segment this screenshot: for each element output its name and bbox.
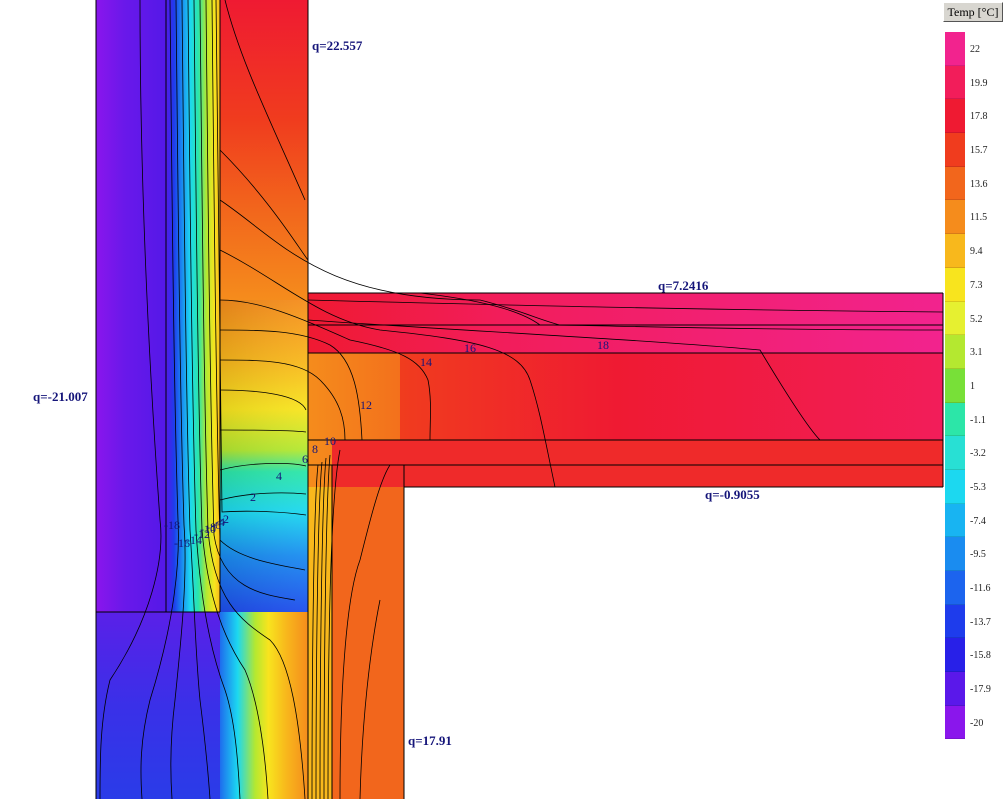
isotherm-label: 12	[360, 398, 372, 412]
legend-label: 17.8	[970, 111, 988, 123]
legend-swatch	[945, 301, 965, 336]
slab-mid-layer	[400, 353, 943, 440]
isotherm-label: 6	[302, 452, 308, 466]
interior-upper	[308, 0, 943, 293]
legend-label: 11.5	[970, 212, 988, 224]
legend-swatch	[945, 638, 965, 673]
legend-swatch	[945, 402, 965, 437]
slab-lower-layer	[332, 440, 943, 487]
legend-swatch	[945, 65, 965, 100]
legend-label: 7.3	[970, 279, 983, 291]
legend-swatch	[945, 604, 965, 639]
legend-entry: -1.1	[945, 402, 1005, 437]
legend-entry: -17.9	[945, 672, 1005, 706]
legend-swatch	[945, 537, 965, 571]
legend-swatch	[945, 133, 965, 167]
legend-swatch	[945, 469, 965, 504]
legend-entry: 17.8	[945, 99, 1005, 134]
legend-entry: 9.4	[945, 234, 1005, 268]
isotherm-label: 16	[464, 341, 476, 355]
flux-label-balcony-bottom: q=-0.9055	[705, 487, 760, 502]
isotherm-label: 4	[276, 469, 282, 483]
legend-swatch	[945, 335, 965, 369]
legend-swatch	[945, 705, 965, 740]
isotherm-label: 8	[312, 442, 318, 456]
isotherm-label: 2	[250, 490, 256, 504]
flux-label-left: q=-21.007	[33, 389, 88, 404]
outer-layer-upper	[96, 0, 166, 612]
legend-label: 5.2	[970, 313, 983, 325]
legend-entry: 22	[945, 32, 1005, 66]
legend-swatch	[945, 672, 965, 706]
isotherm-label: -2	[219, 512, 229, 526]
legend-swatch	[945, 166, 965, 201]
legend-entry: -7.4	[945, 503, 1005, 538]
flux-label-bottom: q=17.91	[408, 733, 452, 748]
legend-label: -5.3	[970, 481, 986, 493]
thermal-field	[95, 0, 944, 799]
legend-entry: 7.3	[945, 267, 1005, 302]
legend-entry: -5.3	[945, 469, 1005, 504]
legend-entry: -9.5	[945, 537, 1005, 571]
isotherm-label: 10	[324, 434, 336, 448]
legend-swatch	[945, 503, 965, 538]
legend-label: 22	[970, 44, 980, 55]
legend-entry: -11.6	[945, 571, 1005, 605]
legend-label: -1.1	[970, 414, 986, 426]
legend-label: -15.8	[970, 650, 991, 662]
legend-swatch	[945, 571, 965, 605]
legend-label: 15.7	[970, 145, 988, 157]
legend-label: -11.6	[970, 583, 991, 594]
legend-label: -17.9	[970, 684, 991, 696]
legend-entry: 13.6	[945, 166, 1005, 201]
interior-lower	[404, 487, 943, 799]
legend-swatch	[945, 234, 965, 268]
legend-swatch	[945, 267, 965, 302]
legend-label: -20	[970, 717, 984, 729]
legend-swatch	[945, 436, 965, 470]
legend-swatch	[945, 368, 965, 403]
legend-swatch	[945, 200, 965, 235]
legend-entry: 3.1	[945, 335, 1005, 369]
legend-entry: -3.2	[945, 436, 1005, 470]
junction-core-shade	[220, 300, 308, 612]
legend-label: -13.7	[970, 616, 991, 628]
temperature-legend: 22 19.9 17.8 15.7 13.6 11.5 9.4 7.3 5.2 3.1 1 -1.1 -…	[945, 32, 1005, 740]
legend-label: -3.2	[970, 448, 986, 460]
isotherm-label: 18	[597, 338, 609, 352]
flux-label-balcony-top: q=7.2416	[658, 278, 709, 293]
legend-label: 1	[970, 380, 975, 392]
legend-entry: -13.7	[945, 604, 1005, 639]
legend-entry: 15.7	[945, 133, 1005, 167]
legend-entry: 19.9	[945, 65, 1005, 100]
legend-entry: 11.5	[945, 200, 1005, 235]
legend-label: 3.1	[970, 347, 983, 359]
temperature-legend-button[interactable]: Temp [°C]	[943, 2, 1003, 22]
slab-top-layer	[308, 293, 943, 353]
legend-label: 13.6	[970, 178, 988, 190]
lower-plaster	[332, 465, 404, 799]
legend-entry: 1	[945, 368, 1005, 403]
flux-label-top: q=22.557	[312, 38, 363, 53]
legend-entry: -20	[945, 705, 1005, 740]
legend-swatch	[945, 32, 965, 66]
isotherm-label: -18	[164, 518, 180, 532]
isotherm-label: 14	[420, 355, 432, 369]
legend-entry: -15.8	[945, 638, 1005, 673]
legend-label: 9.4	[970, 246, 983, 258]
legend-label: -7.4	[970, 515, 986, 527]
legend-entry: 5.2	[945, 301, 1005, 336]
legend-label: 19.9	[970, 77, 988, 89]
legend-label: -9.5	[970, 549, 986, 561]
legend-swatch	[945, 99, 965, 134]
